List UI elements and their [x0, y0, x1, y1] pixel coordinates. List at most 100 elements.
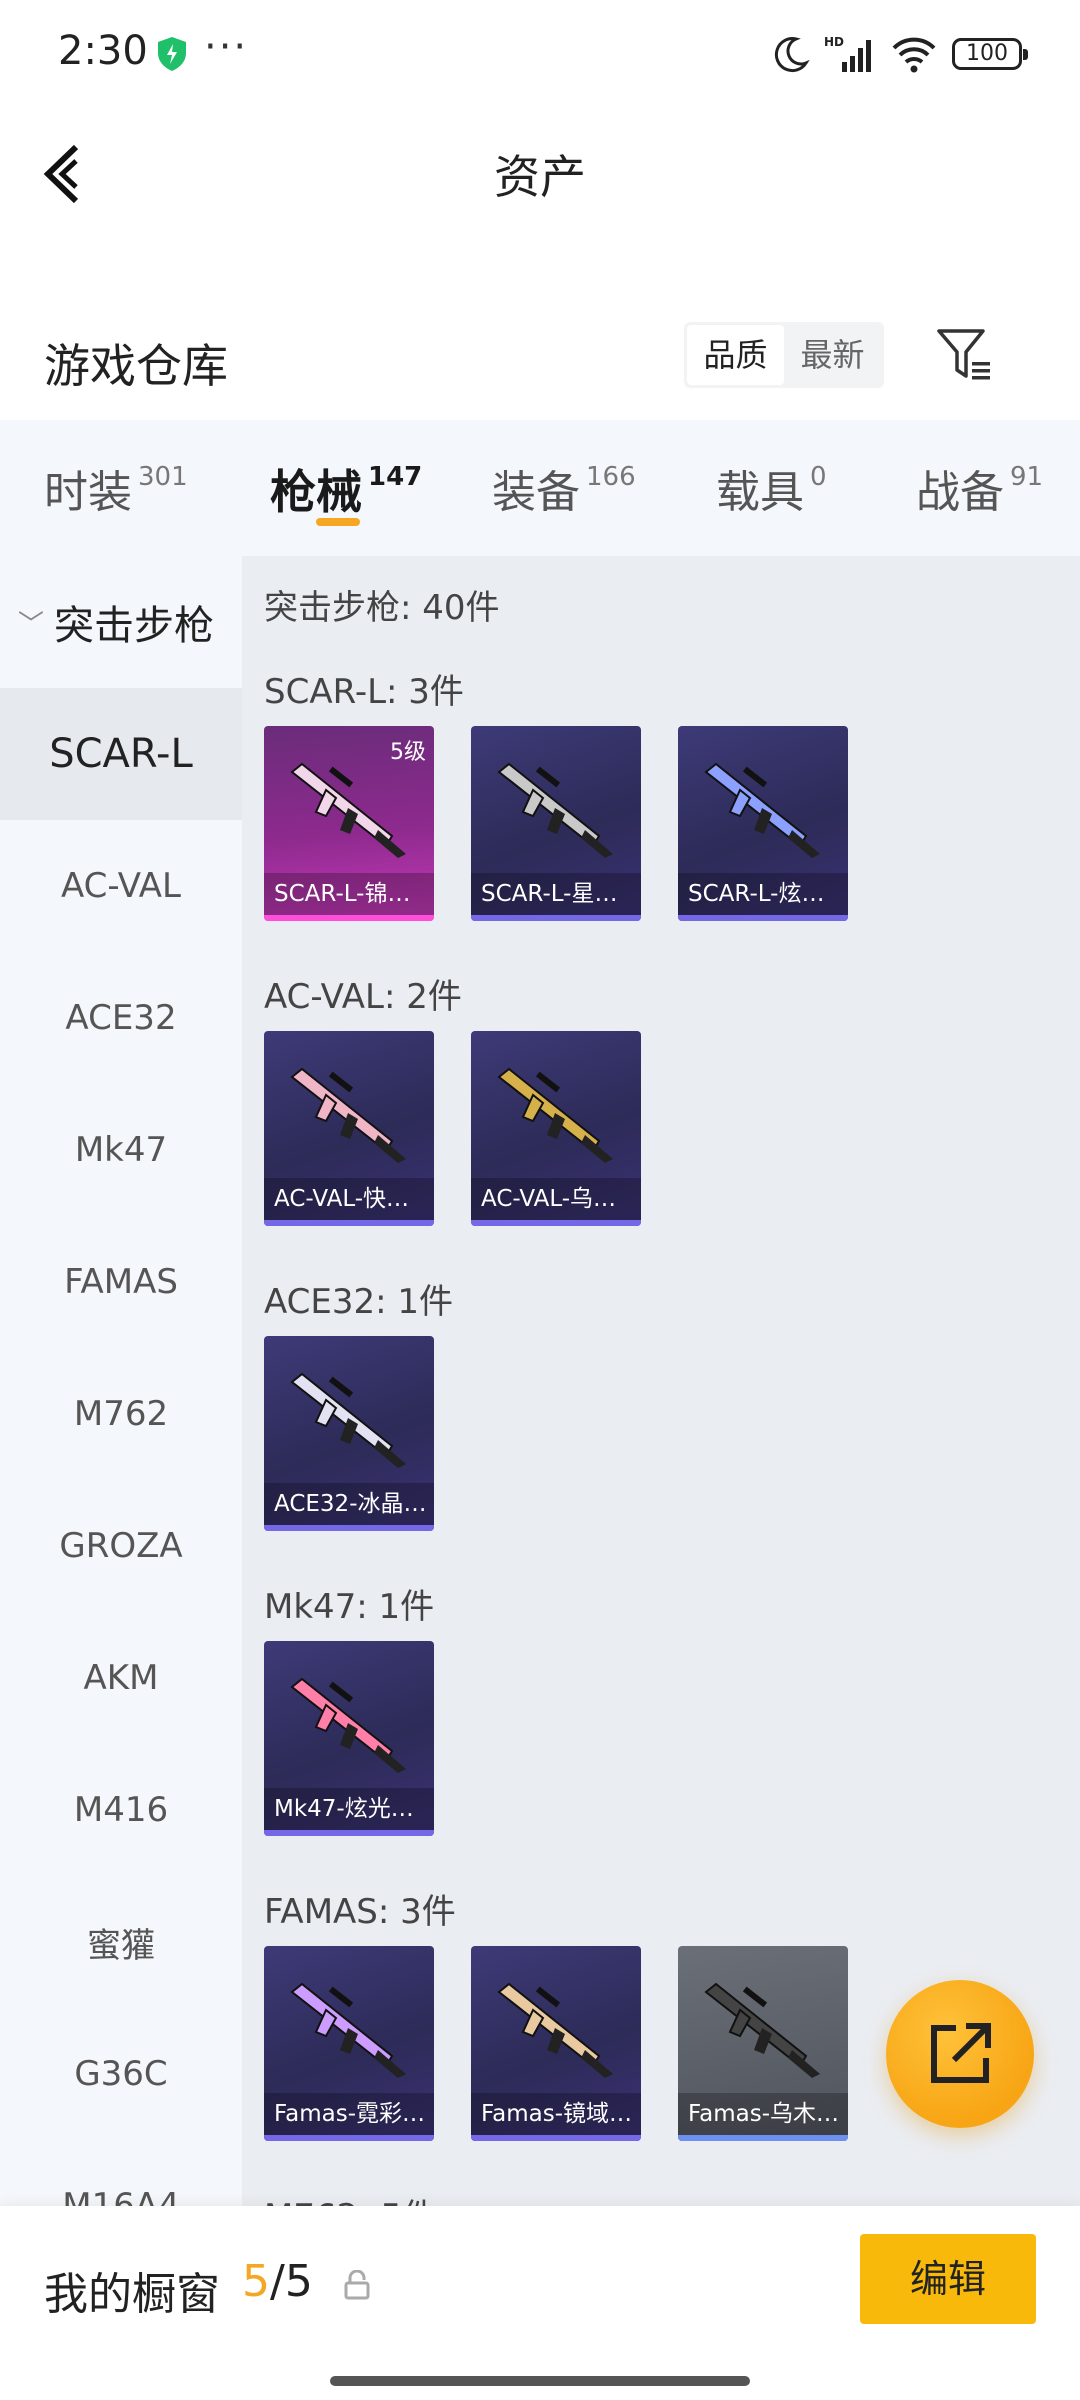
rarity-bar: [264, 915, 434, 921]
tab-supplies[interactable]: 战备 91: [916, 420, 1043, 556]
weapon-card[interactable]: Famas-乌木…: [678, 1946, 848, 2141]
tab-count: 166: [586, 462, 636, 492]
sort-option-latest[interactable]: 最新: [784, 325, 881, 385]
weapon-card[interactable]: ACE32-冰晶…: [264, 1336, 434, 1531]
group-title: ACE32: 1件: [264, 1282, 454, 1322]
weapon-name: Famas-镜域…: [471, 2093, 641, 2135]
tab-label: 时装: [44, 467, 132, 518]
home-indicator: [330, 2376, 750, 2386]
weapon-card[interactable]: SCAR-L-炫…: [678, 726, 848, 921]
signal-icon: HD: [824, 35, 871, 72]
weapon-image: [290, 1677, 406, 1773]
share-button[interactable]: [886, 1980, 1034, 2128]
rarity-bar: [471, 2135, 641, 2141]
weapon-image: [497, 1067, 613, 1163]
sidebar-item-mk47[interactable]: Mk47: [0, 1084, 242, 1216]
rarity-bar: [264, 1220, 434, 1226]
weapon-name: AC-VAL-乌…: [471, 1178, 641, 1220]
sidebar-item-akm[interactable]: AKM: [0, 1612, 242, 1744]
weapon-image: [290, 762, 406, 858]
weapon-image: [704, 762, 820, 858]
tab-count: 91: [1010, 462, 1044, 492]
status-icons: HD 100: [772, 30, 1028, 78]
tab-outfits[interactable]: 时装 301: [44, 420, 188, 556]
sidebar-item-m762[interactable]: M762: [0, 1348, 242, 1480]
svg-text:HD: HD: [824, 35, 844, 49]
page-title: 资产: [494, 150, 586, 204]
status-time: 2:30: [58, 28, 148, 74]
rarity-bar: [264, 2135, 434, 2141]
group-title: AC-VAL: 2件: [264, 977, 462, 1017]
weapon-card[interactable]: Famas-镜域…: [471, 1946, 641, 2141]
rarity-bar: [678, 915, 848, 921]
share-icon: [931, 2023, 991, 2083]
weapon-card[interactable]: AC-VAL-乌…: [471, 1031, 641, 1226]
sort-toggle: 品质 最新: [684, 322, 884, 388]
tab-vehicles[interactable]: 载具 0: [716, 420, 827, 556]
showcase-bar: 我的橱窗 5/5 编辑: [0, 2206, 1080, 2400]
rarity-bar: [678, 2135, 848, 2141]
screen: 2:30 ··· HD 100 资产 游戏仓库 品质 最新 时装 301 枪械 …: [0, 0, 1080, 2400]
sidebar-item-honey-badger[interactable]: 蜜獾: [0, 1876, 242, 2008]
status-bar: 2:30 ··· HD 100: [0, 0, 1080, 105]
weapon-name: AC-VAL-快…: [264, 1178, 434, 1220]
weapon-image: [497, 762, 613, 858]
shield-icon: [158, 37, 186, 71]
weapon-name: SCAR-L-锦…: [264, 873, 434, 915]
weapon-card[interactable]: Famas-霓彩…: [264, 1946, 434, 2141]
category-tabs: 时装 301 枪械 147 装备 166 载具 0 战备 91: [0, 420, 1080, 556]
weapon-name: Famas-乌木…: [678, 2093, 848, 2135]
weapon-image: [290, 1067, 406, 1163]
top-bar: 资产: [0, 105, 1080, 235]
tab-label: 装备: [492, 467, 580, 518]
weapon-image: [290, 1372, 406, 1468]
weapon-card[interactable]: AC-VAL-快…: [264, 1031, 434, 1226]
weapon-grid: 突击步枪: 40件 SCAR-L: 3件 5级 SCAR-L-锦… SCAR-L-星……: [242, 556, 1080, 2206]
weapon-sidebar: ﹀ 突击步枪 SCAR-L AC-VAL ACE32 Mk47 FAMAS M7…: [0, 556, 242, 2206]
tab-label: 枪械: [270, 465, 362, 519]
sidebar-item-m16a4[interactable]: M16A4: [0, 2140, 242, 2206]
showcase-label: 我的橱窗: [44, 2269, 220, 2320]
weapon-name: SCAR-L-炫…: [678, 873, 848, 915]
filter-icon[interactable]: [936, 326, 992, 384]
sidebar-item-groza[interactable]: GROZA: [0, 1480, 242, 1612]
tab-guns[interactable]: 枪械 147: [270, 420, 422, 556]
rarity-bar: [471, 915, 641, 921]
tab-count: 0: [810, 462, 827, 492]
sidebar-category[interactable]: ﹀ 突击步枪: [0, 556, 242, 688]
category-total: 突击步枪: 40件: [264, 588, 500, 628]
sidebar-item-g36c[interactable]: G36C: [0, 2008, 242, 2140]
tab-label: 战备: [916, 467, 1004, 518]
sidebar-item-m416[interactable]: M416: [0, 1744, 242, 1876]
sidebar-item-famas[interactable]: FAMAS: [0, 1216, 242, 1348]
group-title: Mk47: 1件: [264, 1587, 435, 1627]
group-title: FAMAS: 3件: [264, 1892, 456, 1932]
more-status-icon: ···: [204, 24, 249, 70]
weapon-card[interactable]: SCAR-L-星…: [471, 726, 641, 921]
sidebar-item-ac-val[interactable]: AC-VAL: [0, 820, 242, 952]
tab-count: 147: [368, 462, 423, 492]
level-badge: 5级: [390, 740, 426, 765]
section-header: 游戏仓库 品质 最新: [0, 300, 1080, 420]
lock-icon: [344, 2270, 370, 2300]
section-title: 游戏仓库: [44, 339, 228, 393]
rarity-bar: [264, 1830, 434, 1836]
tab-equipment[interactable]: 装备 166: [492, 420, 636, 556]
chevron-down-icon: ﹀: [18, 609, 45, 640]
sidebar-item-ace32[interactable]: ACE32: [0, 952, 242, 1084]
sort-option-quality[interactable]: 品质: [687, 325, 784, 385]
weapon-name: ACE32-冰晶…: [264, 1483, 434, 1525]
sidebar-item-scar-l[interactable]: SCAR-L: [0, 688, 242, 820]
showcase-count: 5/5: [242, 2256, 313, 2307]
weapon-image: [704, 1982, 820, 2078]
weapon-name: Famas-霓彩…: [264, 2093, 434, 2135]
wifi-icon: [892, 37, 936, 73]
edit-button[interactable]: 编辑: [860, 2234, 1036, 2324]
weapon-image: [497, 1982, 613, 2078]
rarity-bar: [471, 1220, 641, 1226]
tab-label: 载具: [716, 467, 804, 518]
sidebar-category-label: 突击步枪: [54, 603, 215, 649]
showcase-separator: /: [270, 2256, 285, 2307]
weapon-card[interactable]: Mk47-炫光…: [264, 1641, 434, 1836]
weapon-card[interactable]: 5级 SCAR-L-锦…: [264, 726, 434, 921]
